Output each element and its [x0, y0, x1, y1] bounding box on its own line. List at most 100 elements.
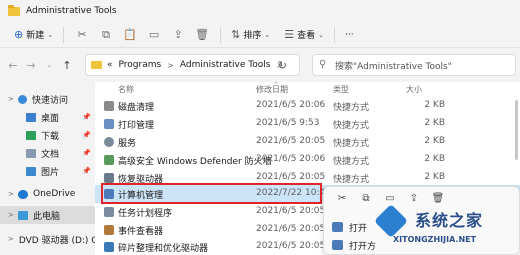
context-menu-label: 打开方 [349, 241, 377, 252]
chevron-down-icon: ⌄ [47, 30, 54, 39]
document-icon [26, 148, 36, 158]
pin-icon[interactable]: 📌 [82, 167, 91, 175]
navigation-bar: ← → ⌄ ↑ « Programs > Administrative Tool… [0, 48, 520, 82]
file-size: 2 KB [424, 118, 445, 128]
sidebar-item-downloads[interactable]: 下载 📌 [0, 126, 95, 144]
chevron-right-icon[interactable]: > [8, 95, 18, 103]
watermark-title: 系统之家 [415, 211, 484, 230]
sidebar-item-pictures[interactable]: 图片 📌 [0, 162, 95, 180]
file-name: 任务计划程序 [118, 209, 173, 219]
highlight-outline [101, 183, 322, 204]
file-date: 2021/6/5 20:06 [256, 154, 326, 164]
window-title: Administrative Tools [26, 6, 117, 16]
recovery-drive-icon [104, 173, 114, 183]
more-button[interactable]: ··· [341, 25, 358, 45]
sidebar-item-quick-access[interactable]: > 快速访问 [0, 90, 95, 108]
sort-icon: ⇅ [231, 28, 241, 41]
sidebar-item-label: 图片 [41, 167, 60, 178]
column-header-date[interactable]: 修改日期 [256, 84, 288, 98]
pin-icon[interactable]: 📌 [82, 131, 91, 139]
sidebar-item-dvd-drive[interactable]: > DVD 驱动器 (D:) C( [0, 230, 101, 248]
context-menu-open-with[interactable]: 打开方 [332, 237, 376, 253]
star-icon [18, 94, 27, 104]
delete-icon[interactable]: 🗑 [190, 25, 214, 45]
cloud-icon [18, 189, 28, 199]
sidebar-item-onedrive[interactable]: > OneDrive [0, 185, 95, 203]
file-name: 事件查看器 [118, 227, 164, 237]
sort-label: 排序 [243, 31, 262, 41]
open-icon [332, 222, 343, 232]
address-bar[interactable]: « Programs > Administrative Tools > ⌄ ↻ [85, 54, 300, 76]
cut-icon[interactable]: ✂ [330, 193, 354, 209]
view-button[interactable]: ☰ 查看 ⌄ [280, 25, 328, 45]
title-bar: Administrative Tools [0, 0, 520, 22]
file-row[interactable]: 打印管理 2021/6/5 9:53 快捷方式 2 KB [95, 115, 520, 133]
copy-icon[interactable]: ⧉ [94, 25, 118, 45]
file-size: 2 KB [424, 172, 445, 182]
breadcrumb-overflow[interactable]: « [107, 60, 113, 70]
context-menu-open[interactable]: 打开 [332, 219, 367, 235]
file-name: 碎片整理和优化驱动器 [118, 244, 209, 254]
new-button[interactable]: ⊕ 新建 ⌄ [10, 25, 57, 45]
rename-icon[interactable]: ▭ [142, 25, 166, 45]
back-arrow-icon[interactable]: ← [4, 59, 22, 72]
open-with-icon [332, 240, 343, 250]
column-header-name[interactable]: 名称 [118, 84, 134, 98]
file-name: 打印管理 [118, 121, 155, 131]
recent-chevron-icon[interactable]: ⌄ [40, 61, 58, 69]
file-type: 快捷方式 [333, 139, 370, 149]
view-icon: ☰ [284, 28, 295, 41]
pin-icon[interactable]: 📌 [82, 149, 91, 157]
download-icon [26, 130, 36, 140]
search-input[interactable]: ⚲ 搜索"Administrative Tools" [312, 54, 516, 76]
paste-icon[interactable]: 📋 [118, 25, 142, 45]
forward-arrow-icon[interactable]: → [22, 59, 40, 72]
watermark-logo-icon [374, 204, 408, 238]
chevron-right-icon[interactable]: > [8, 190, 18, 198]
vertical-scrollbar[interactable] [515, 100, 518, 160]
file-size: 2 KB [424, 100, 445, 110]
sidebar-item-label: 文档 [41, 149, 60, 160]
chevron-right-icon[interactable]: > [8, 211, 18, 219]
sidebar-item-label: DVD 驱动器 (D:) C( [18, 235, 102, 246]
file-row[interactable]: 高级安全 Windows Defender 防火墙 2021/6/5 20:06… [95, 151, 520, 169]
sidebar-item-label: OneDrive [33, 189, 76, 199]
navigation-pane: > 快速访问 桌面 📌 下载 📌 文档 📌 图片 📌 > OneDrive > … [0, 82, 101, 255]
up-arrow-icon[interactable]: ↑ [58, 59, 76, 72]
pin-icon[interactable]: 📌 [82, 113, 91, 121]
column-header-type[interactable]: 类型 [333, 84, 349, 98]
breadcrumb-separator: > [167, 60, 174, 70]
file-row[interactable]: 磁盘清理 2021/6/5 20:06 快捷方式 2 KB [95, 97, 520, 115]
cut-icon[interactable]: ✂ [70, 25, 94, 45]
column-header-size[interactable]: 大小 [406, 84, 422, 98]
task-scheduler-icon [104, 207, 114, 217]
chevron-down-icon[interactable]: ⌄ [257, 61, 263, 69]
sort-button[interactable]: ⇅ 排序 ⌄ [227, 25, 274, 45]
toolbar-divider [220, 26, 222, 43]
sidebar-item-desktop[interactable]: 桌面 📌 [0, 108, 95, 126]
watermark-subtitle: XITONGZHIJIA.NET [393, 235, 477, 244]
file-date: 2021/6/5 9:53 [256, 118, 320, 128]
share-icon[interactable]: ⇪ [166, 25, 190, 45]
file-date: 2021/6/5 20:05 [256, 136, 326, 146]
sidebar-item-documents[interactable]: 文档 📌 [0, 144, 95, 162]
sidebar-item-label: 桌面 [41, 113, 60, 124]
file-size: 2 KB [424, 154, 445, 164]
command-bar: ⊕ 新建 ⌄ ✂ ⧉ 📋 ▭ ⇪ 🗑 ⇅ 排序 ⌄ ☰ 查看 ⌄ ··· [0, 22, 520, 48]
breadcrumb-programs[interactable]: Programs [119, 60, 162, 70]
chevron-right-icon[interactable]: > [8, 235, 14, 243]
chevron-down-icon: ⌄ [264, 30, 271, 39]
file-date: 2021/6/5 20:05 [256, 241, 326, 251]
printer-icon [104, 119, 114, 129]
chevron-down-icon: ⌄ [318, 30, 324, 39]
file-name: 高级安全 Windows Defender 防火墙 [118, 157, 272, 167]
file-size: 2 KB [424, 136, 445, 146]
watermark: 系统之家 XITONGZHIJIA.NET [374, 204, 520, 253]
file-row[interactable]: 服务 2021/6/5 20:05 快捷方式 2 KB [95, 133, 520, 151]
disk-cleanup-icon [104, 101, 114, 111]
file-name: 服务 [118, 139, 137, 149]
file-date: 2021/6/5 20:05 [256, 224, 326, 234]
refresh-icon[interactable]: ↻ [278, 59, 287, 72]
sidebar-item-label: 此电脑 [33, 211, 61, 222]
sidebar-item-this-pc[interactable]: > 此电脑 [0, 206, 95, 224]
